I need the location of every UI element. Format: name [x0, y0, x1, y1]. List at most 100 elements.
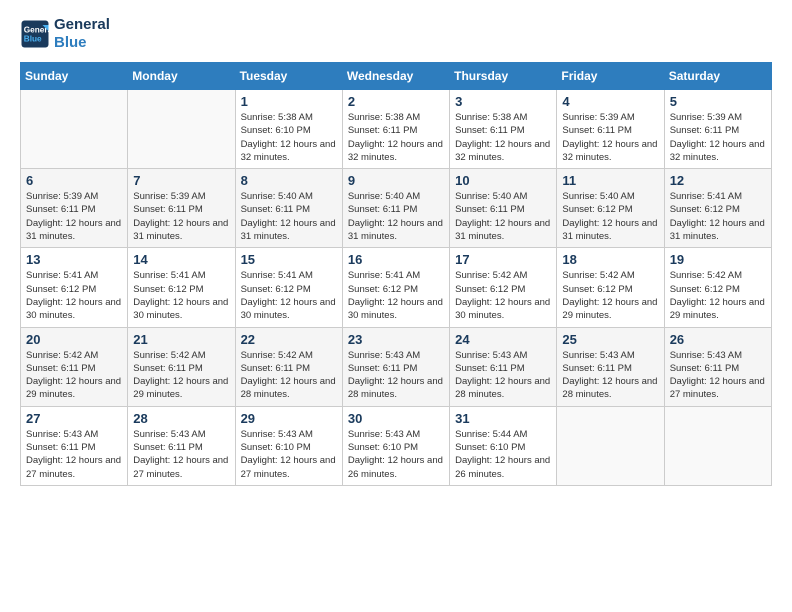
day-info: Sunrise: 5:41 AM Sunset: 6:12 PM Dayligh… — [670, 190, 766, 243]
calendar-cell: 24Sunrise: 5:43 AM Sunset: 6:11 PM Dayli… — [450, 327, 557, 406]
day-number: 26 — [670, 332, 766, 347]
calendar-cell: 3 Sunrise: 5:38 AM Sunset: 6:11 PM Daylig… — [450, 90, 557, 169]
day-number: 11 — [562, 173, 658, 188]
day-number: 4 — [562, 94, 658, 109]
day-info: Sunrise: 5:42 AM Sunset: 6:11 PM Dayligh… — [133, 349, 229, 402]
day-number: 2 — [348, 94, 444, 109]
day-number: 8 — [241, 173, 337, 188]
calendar-cell: 30 Sunrise: 5:43 AM Sunset: 6:10 PM Dayli… — [342, 406, 449, 485]
day-number: 27 — [26, 411, 122, 426]
header-wednesday: Wednesday — [342, 63, 449, 90]
day-info: Sunrise: 5:40 AM Sunset: 6:11 PM Dayligh… — [455, 190, 551, 243]
day-number: 1 — [241, 94, 337, 109]
calendar-week-row: 20 Sunrise: 5:42 AM Sunset: 6:11 PM Dayli… — [21, 327, 772, 406]
day-number: 23 — [348, 332, 444, 347]
day-info: Sunrise: 5:42 AM Sunset: 6:11 PM Dayligh… — [241, 349, 337, 402]
day-info: Sunrise: 5:43 AM Sunset: 6:11 PM Dayligh… — [455, 349, 551, 402]
calendar-cell: 15 Sunrise: 5:41 AM Sunset: 6:12 PM Dayli… — [235, 248, 342, 327]
svg-text:Blue: Blue — [24, 35, 42, 44]
calendar-cell — [21, 90, 128, 169]
calendar-cell: 16 Sunrise: 5:41 AM Sunset: 6:12 PM Dayli… — [342, 248, 449, 327]
calendar-week-row: 6 Sunrise: 5:39 AM Sunset: 6:11 PM Daylig… — [21, 169, 772, 248]
day-info: Sunrise: 5:43 AM Sunset: 6:10 PM Dayligh… — [241, 428, 337, 481]
day-number: 6 — [26, 173, 122, 188]
day-info: Sunrise: 5:41 AM Sunset: 6:12 PM Dayligh… — [26, 269, 122, 322]
day-info: Sunrise: 5:42 AM Sunset: 6:12 PM Dayligh… — [455, 269, 551, 322]
day-number: 13 — [26, 252, 122, 267]
day-info: Sunrise: 5:43 AM Sunset: 6:10 PM Dayligh… — [348, 428, 444, 481]
logo-text-line2: Blue — [54, 34, 110, 52]
calendar-cell: 9 Sunrise: 5:40 AM Sunset: 6:11 PM Daylig… — [342, 169, 449, 248]
calendar-cell: 5Sunrise: 5:39 AM Sunset: 6:11 PM Daylig… — [664, 90, 771, 169]
day-number: 30 — [348, 411, 444, 426]
header-monday: Monday — [128, 63, 235, 90]
calendar-cell: 31 Sunrise: 5:44 AM Sunset: 6:10 PM Dayli… — [450, 406, 557, 485]
day-number: 22 — [241, 332, 337, 347]
day-number: 3 — [455, 94, 551, 109]
calendar-cell — [664, 406, 771, 485]
calendar-cell: 18 Sunrise: 5:42 AM Sunset: 6:12 PM Dayli… — [557, 248, 664, 327]
calendar-week-row: 13 Sunrise: 5:41 AM Sunset: 6:12 PM Dayli… — [21, 248, 772, 327]
logo: General Blue General Blue — [20, 16, 110, 52]
calendar-cell: 28Sunrise: 5:43 AM Sunset: 6:11 PM Dayli… — [128, 406, 235, 485]
calendar-cell: 2 Sunrise: 5:38 AM Sunset: 6:11 PM Daylig… — [342, 90, 449, 169]
day-number: 9 — [348, 173, 444, 188]
day-number: 28 — [133, 411, 229, 426]
calendar-cell: 21 Sunrise: 5:42 AM Sunset: 6:11 PM Dayli… — [128, 327, 235, 406]
calendar-cell: 4 Sunrise: 5:39 AM Sunset: 6:11 PM Daylig… — [557, 90, 664, 169]
day-info: Sunrise: 5:43 AM Sunset: 6:11 PM Dayligh… — [26, 428, 122, 481]
day-number: 14 — [133, 252, 229, 267]
calendar-cell: 26 Sunrise: 5:43 AM Sunset: 6:11 PM Dayli… — [664, 327, 771, 406]
day-number: 31 — [455, 411, 551, 426]
calendar-cell: 8 Sunrise: 5:40 AM Sunset: 6:11 PM Daylig… — [235, 169, 342, 248]
day-info: Sunrise: 5:41 AM Sunset: 6:12 PM Dayligh… — [241, 269, 337, 322]
day-number: 7 — [133, 173, 229, 188]
day-number: 20 — [26, 332, 122, 347]
day-info: Sunrise: 5:38 AM Sunset: 6:11 PM Dayligh… — [455, 111, 551, 164]
day-info: Sunrise: 5:39 AM Sunset: 6:11 PM Dayligh… — [562, 111, 658, 164]
day-number: 12 — [670, 173, 766, 188]
calendar-cell: 19 Sunrise: 5:42 AM Sunset: 6:12 PM Dayli… — [664, 248, 771, 327]
calendar-cell — [557, 406, 664, 485]
calendar-cell: 7 Sunrise: 5:39 AM Sunset: 6:11 PM Daylig… — [128, 169, 235, 248]
day-info: Sunrise: 5:42 AM Sunset: 6:12 PM Dayligh… — [562, 269, 658, 322]
day-info: Sunrise: 5:39 AM Sunset: 6:11 PM Dayligh… — [26, 190, 122, 243]
calendar-cell: 20Sunrise: 5:42 AM Sunset: 6:11 PM Dayli… — [21, 327, 128, 406]
calendar-cell: 6 Sunrise: 5:39 AM Sunset: 6:11 PM Daylig… — [21, 169, 128, 248]
day-info: Sunrise: 5:40 AM Sunset: 6:11 PM Dayligh… — [241, 190, 337, 243]
calendar-table: SundayMondayTuesdayWednesdayThursdayFrid… — [20, 62, 772, 486]
calendar-cell — [128, 90, 235, 169]
logo-icon: General Blue — [20, 19, 50, 49]
day-info: Sunrise: 5:41 AM Sunset: 6:12 PM Dayligh… — [133, 269, 229, 322]
calendar-cell: 22 Sunrise: 5:42 AM Sunset: 6:11 PM Dayli… — [235, 327, 342, 406]
header-sunday: Sunday — [21, 63, 128, 90]
calendar-week-row: 27 Sunrise: 5:43 AM Sunset: 6:11 PM Dayli… — [21, 406, 772, 485]
day-info: Sunrise: 5:40 AM Sunset: 6:12 PM Dayligh… — [562, 190, 658, 243]
day-info: Sunrise: 5:42 AM Sunset: 6:12 PM Dayligh… — [670, 269, 766, 322]
day-number: 21 — [133, 332, 229, 347]
logo-text-line1: General — [54, 16, 110, 34]
calendar-cell: 10 Sunrise: 5:40 AM Sunset: 6:11 PM Dayli… — [450, 169, 557, 248]
calendar-cell: 13 Sunrise: 5:41 AM Sunset: 6:12 PM Dayli… — [21, 248, 128, 327]
day-info: Sunrise: 5:41 AM Sunset: 6:12 PM Dayligh… — [348, 269, 444, 322]
header-saturday: Saturday — [664, 63, 771, 90]
day-number: 10 — [455, 173, 551, 188]
day-number: 18 — [562, 252, 658, 267]
day-info: Sunrise: 5:38 AM Sunset: 6:11 PM Dayligh… — [348, 111, 444, 164]
calendar-cell: 23 Sunrise: 5:43 AM Sunset: 6:11 PM Dayli… — [342, 327, 449, 406]
calendar-header-row: SundayMondayTuesdayWednesdayThursdayFrid… — [21, 63, 772, 90]
day-info: Sunrise: 5:43 AM Sunset: 6:11 PM Dayligh… — [348, 349, 444, 402]
day-info: Sunrise: 5:39 AM Sunset: 6:11 PM Dayligh… — [133, 190, 229, 243]
day-info: Sunrise: 5:44 AM Sunset: 6:10 PM Dayligh… — [455, 428, 551, 481]
day-info: Sunrise: 5:40 AM Sunset: 6:11 PM Dayligh… — [348, 190, 444, 243]
day-number: 25 — [562, 332, 658, 347]
calendar-cell: 17Sunrise: 5:42 AM Sunset: 6:12 PM Dayli… — [450, 248, 557, 327]
day-number: 19 — [670, 252, 766, 267]
day-number: 16 — [348, 252, 444, 267]
day-number: 29 — [241, 411, 337, 426]
calendar-cell: 14 Sunrise: 5:41 AM Sunset: 6:12 PM Dayli… — [128, 248, 235, 327]
day-info: Sunrise: 5:43 AM Sunset: 6:11 PM Dayligh… — [670, 349, 766, 402]
calendar-cell: 25Sunrise: 5:43 AM Sunset: 6:11 PM Dayli… — [557, 327, 664, 406]
day-number: 5 — [670, 94, 766, 109]
day-number: 15 — [241, 252, 337, 267]
